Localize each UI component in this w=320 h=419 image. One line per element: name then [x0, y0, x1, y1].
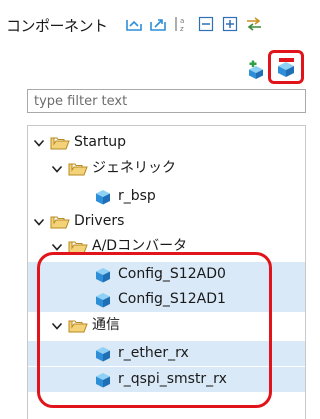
chevron-down-icon[interactable]	[32, 215, 46, 229]
tree-node-r-ether-rx[interactable]: r_ether_rx	[28, 341, 305, 366]
view-header: コンポーネント az	[0, 0, 310, 44]
component-cube-icon	[94, 371, 112, 389]
folder-open-icon	[68, 318, 88, 334]
tree-node-generic[interactable]: ジェネリック	[28, 156, 305, 181]
tree-node-adc[interactable]: A/Dコンバータ	[28, 234, 305, 259]
tree-node-label: r_bsp	[118, 188, 156, 204]
component-cube-icon	[94, 266, 112, 284]
remove-component-highlight	[268, 50, 304, 84]
chevron-down-icon[interactable]	[50, 319, 64, 333]
tree-node-comm[interactable]: 通信	[28, 313, 305, 338]
sort-alpha-icon[interactable]: az	[172, 14, 192, 34]
filter-input[interactable]	[27, 89, 306, 113]
remove-component-icon[interactable]	[275, 56, 297, 78]
chevron-down-icon[interactable]	[50, 162, 64, 176]
collapse-all-icon[interactable]	[196, 14, 216, 34]
expand-all-icon[interactable]	[220, 14, 240, 34]
tree-node-config-s12ad0[interactable]: Config_S12AD0	[28, 262, 305, 287]
folder-open-icon	[50, 214, 70, 230]
folder-open-icon	[68, 239, 88, 255]
chevron-down-icon[interactable]	[50, 240, 64, 254]
svg-text:a: a	[180, 17, 184, 25]
component-tree[interactable]: Startup ジェネリック r_bsp Drivers A/Dコンバータ Co…	[27, 125, 306, 419]
tree-node-startup[interactable]: Startup	[28, 130, 305, 155]
tree-node-label: ジェネリック	[92, 160, 176, 176]
collapse-pkg-icon[interactable]	[124, 14, 144, 34]
tree-node-label: A/Dコンバータ	[92, 238, 188, 254]
folder-open-icon	[68, 161, 88, 177]
tree-node-label: Startup	[74, 134, 126, 150]
chevron-down-icon[interactable]	[32, 136, 46, 150]
tree-node-config-s12ad1[interactable]: Config_S12AD1	[28, 287, 305, 312]
component-cube-icon	[94, 188, 112, 206]
tree-node-drivers[interactable]: Drivers	[28, 209, 305, 234]
tree-node-label: Config_S12AD0	[118, 266, 226, 282]
add-component-icon[interactable]	[247, 60, 267, 80]
folder-open-icon	[50, 135, 70, 151]
tree-node-label: Config_S12AD1	[118, 291, 226, 307]
tree-node-label: r_ether_rx	[118, 345, 189, 361]
view-toolbar: az	[124, 14, 268, 34]
component-cube-icon	[94, 291, 112, 309]
view-title: コンポーネント	[6, 17, 108, 35]
tree-node-label: 通信	[92, 317, 120, 333]
tree-node-label: r_qspi_smstr_rx	[118, 371, 227, 387]
tree-node-label: Drivers	[74, 213, 125, 229]
svg-text:z: z	[180, 25, 184, 33]
component-cube-icon	[94, 345, 112, 363]
tree-node-r-qspi-smstr-rx[interactable]: r_qspi_smstr_rx	[28, 367, 305, 392]
link-editor-icon[interactable]	[244, 14, 264, 34]
expand-pkg-icon[interactable]	[148, 14, 168, 34]
tree-node-r-bsp[interactable]: r_bsp	[28, 184, 305, 209]
